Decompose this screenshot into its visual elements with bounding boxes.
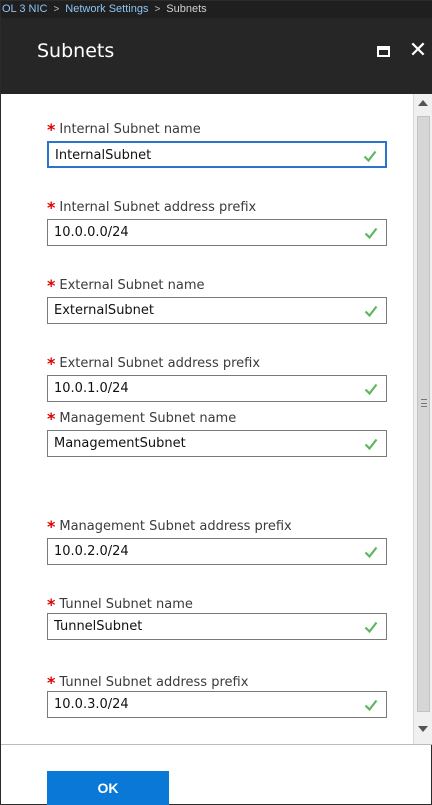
form-content: * Internal Subnet name InternalSubnet * In… bbox=[1, 94, 413, 744]
management-subnet-name-label: * Management Subnet name bbox=[47, 409, 237, 428]
valid-check-icon bbox=[364, 699, 378, 712]
tunnel-subnet-name-label: * Tunnel Subnet name bbox=[47, 595, 193, 614]
required-marker: * bbox=[47, 198, 56, 217]
internal-subnet-prefix-label: * Internal Subnet address prefix bbox=[47, 198, 257, 217]
ok-button[interactable]: OK bbox=[47, 771, 169, 805]
page-title: Subnets bbox=[37, 40, 115, 62]
management-subnet-name-input[interactable]: ManagementSubnet bbox=[47, 430, 387, 457]
scrollbar-thumb[interactable] bbox=[417, 116, 430, 712]
external-subnet-name-label: * External Subnet name bbox=[47, 276, 205, 295]
tunnel-subnet-prefix-input[interactable]: 10.0.3.0/24 bbox=[47, 691, 387, 718]
breadcrumb-separator-icon: > bbox=[154, 4, 161, 15]
blade-header: Subnets ✕ bbox=[1, 18, 432, 94]
valid-check-icon bbox=[364, 227, 378, 240]
external-subnet-prefix-label: * External Subnet address prefix bbox=[47, 354, 261, 373]
internal-subnet-name-input[interactable]: InternalSubnet bbox=[47, 141, 387, 168]
valid-check-icon bbox=[364, 546, 378, 559]
valid-check-icon bbox=[363, 150, 377, 163]
valid-check-icon bbox=[364, 438, 378, 451]
valid-check-icon bbox=[364, 305, 378, 318]
management-subnet-prefix-input[interactable]: 10.0.2.0/24 bbox=[47, 538, 387, 565]
close-icon[interactable]: ✕ bbox=[405, 36, 431, 66]
external-subnet-prefix-input[interactable]: 10.0.1.0/24 bbox=[47, 375, 387, 402]
internal-subnet-prefix-input[interactable]: 10.0.0.0/24 bbox=[47, 219, 387, 246]
internal-subnet-name-label: * Internal Subnet name bbox=[47, 120, 201, 139]
scrollbar-grip-icon bbox=[421, 399, 427, 407]
breadcrumb: OL 3 NIC > Network Settings > Subnets bbox=[1, 1, 432, 18]
scroll-down-arrow-icon[interactable] bbox=[418, 726, 428, 732]
required-marker: * bbox=[47, 595, 56, 614]
required-marker: * bbox=[47, 517, 56, 536]
management-subnet-prefix-label: * Management Subnet address prefix bbox=[47, 517, 292, 536]
maximize-icon[interactable] bbox=[377, 46, 390, 57]
vertical-scrollbar[interactable] bbox=[413, 94, 432, 744]
valid-check-icon bbox=[364, 383, 378, 396]
breadcrumb-item-network-settings[interactable]: Network Settings bbox=[65, 3, 148, 15]
external-subnet-name-input[interactable]: ExternalSubnet bbox=[47, 297, 387, 324]
tunnel-subnet-name-input[interactable]: TunnelSubnet bbox=[47, 613, 387, 640]
breadcrumb-separator-icon: > bbox=[53, 4, 60, 15]
required-marker: * bbox=[47, 120, 56, 139]
required-marker: * bbox=[47, 354, 56, 373]
subnets-blade: OL 3 NIC > Network Settings > Subnets Subnet… bbox=[0, 0, 432, 805]
required-marker: * bbox=[47, 673, 56, 692]
breadcrumb-item-subnets: Subnets bbox=[166, 3, 207, 15]
breadcrumb-item-nic[interactable]: OL 3 NIC bbox=[2, 3, 47, 15]
valid-check-icon bbox=[364, 621, 378, 634]
scroll-up-arrow-icon[interactable] bbox=[418, 100, 428, 106]
required-marker: * bbox=[47, 276, 56, 295]
required-marker: * bbox=[47, 409, 56, 428]
tunnel-subnet-prefix-label: * Tunnel Subnet address prefix bbox=[47, 673, 249, 692]
footer-divider bbox=[1, 744, 432, 745]
